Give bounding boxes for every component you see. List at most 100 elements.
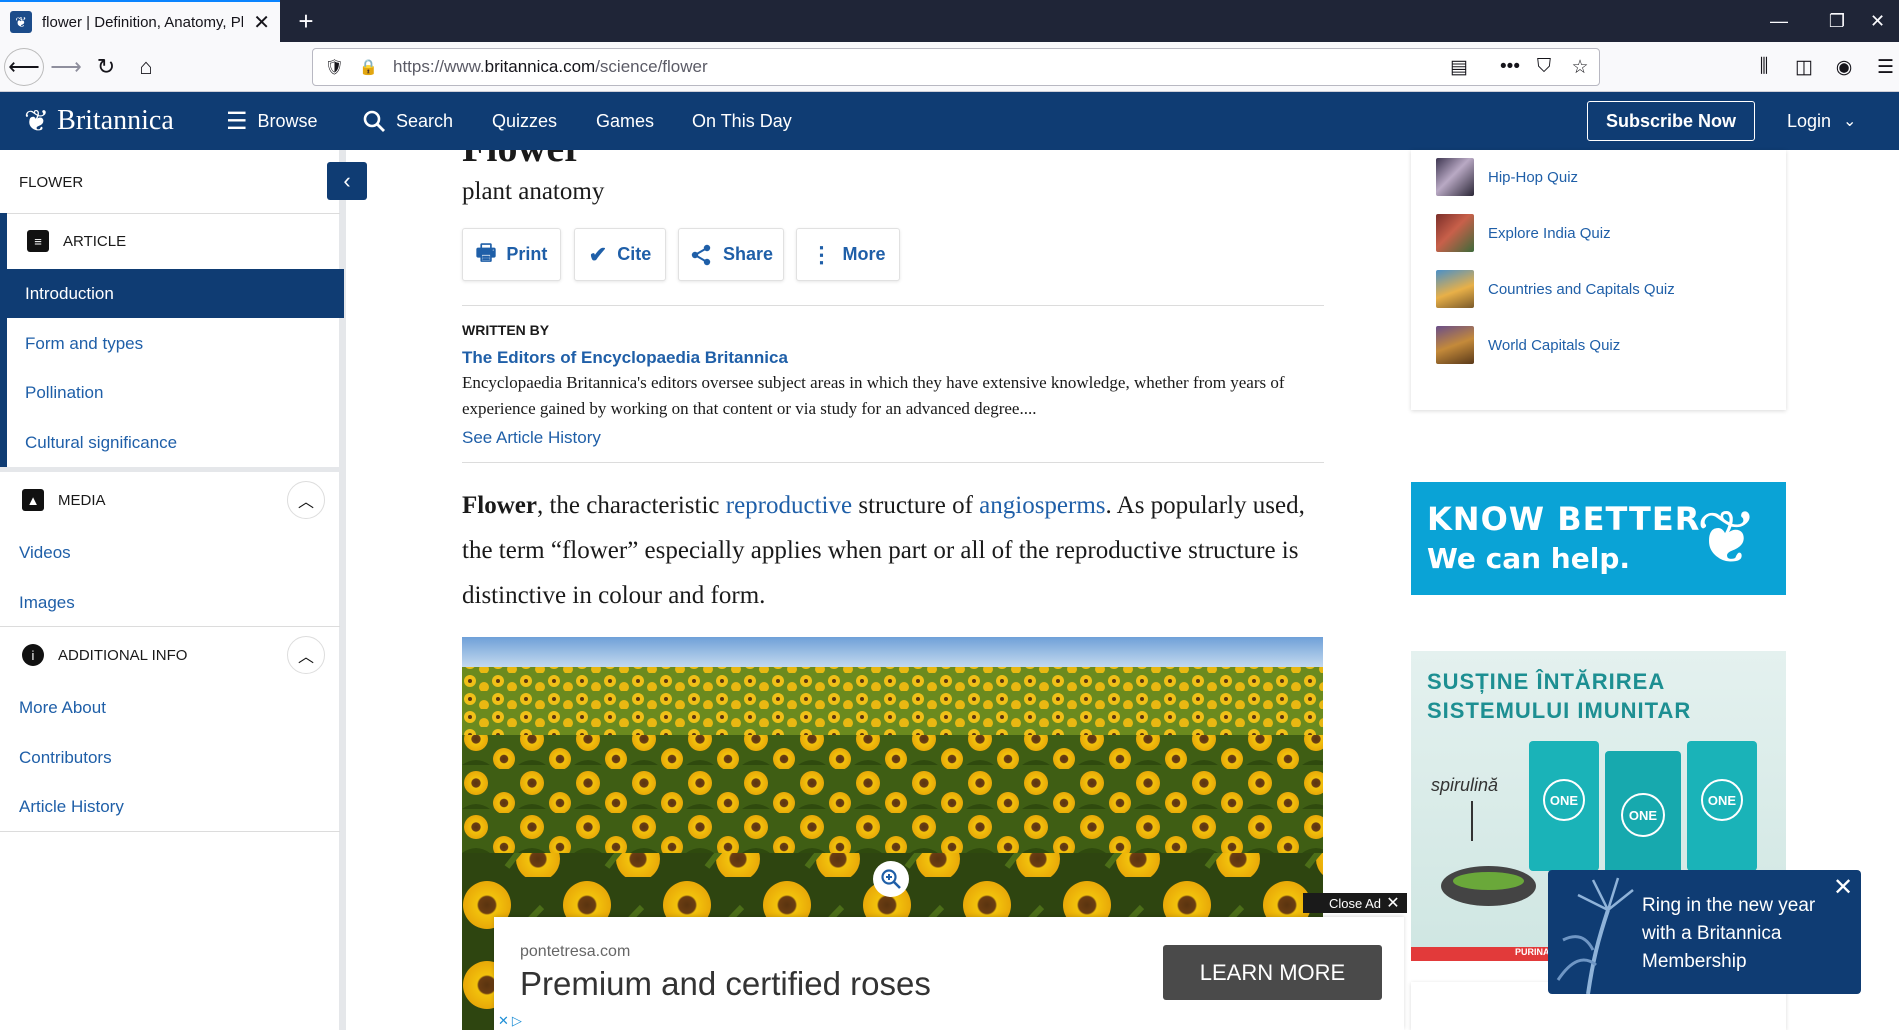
library-icon[interactable]: ⫼ [1748, 50, 1780, 84]
see-article-history-link[interactable]: See Article History [462, 428, 601, 448]
bowl [1441, 866, 1536, 906]
divider [0, 467, 340, 472]
new-tab-button[interactable]: + [288, 4, 324, 38]
ad-headline: Premium and certified roses [520, 965, 931, 1002]
games-link[interactable]: Games [596, 92, 654, 150]
author-link[interactable]: The Editors of Encyclopaedia Britannica [462, 348, 788, 368]
lock-icon[interactable]: 🔒 [359, 58, 381, 76]
on-this-day-link[interactable]: On This Day [692, 92, 792, 150]
article-title: Flower [462, 150, 582, 171]
browser-tab[interactable]: ❦ flower | Definition, Anatomy, Pl ✕ [0, 0, 280, 42]
ad-headline-line1: SUSȚINE ÎNTĂRIREA [1427, 669, 1666, 694]
media-section-header: ▲ MEDIA [22, 489, 106, 511]
arrow-line [1471, 801, 1473, 841]
quiz-link[interactable]: Hip-Hop Quiz [1488, 169, 1578, 186]
quiz-item[interactable]: Explore India Quiz [1436, 214, 1611, 252]
close-window-button[interactable]: ✕ [1856, 0, 1899, 42]
toc-item-form-and-types[interactable]: Form and types [25, 334, 143, 354]
search-icon [363, 110, 385, 132]
quiz-thumbnail [1436, 214, 1474, 252]
tracking-protection-shield-icon[interactable]: 🛡 [325, 58, 347, 76]
collapse-sidebar-button[interactable]: ‹ [327, 162, 367, 200]
toc-item-pollination[interactable]: Pollination [25, 383, 103, 403]
media-item-videos[interactable]: Videos [19, 543, 71, 563]
close-tab-icon[interactable]: ✕ [253, 10, 270, 35]
article-intro-paragraph: Flower, the characteristic reproductive … [462, 483, 1322, 618]
close-ad-icon[interactable]: ✕ [1381, 893, 1405, 913]
home-button[interactable]: ⌂ [126, 48, 166, 86]
product-bag: ONE [1687, 741, 1757, 871]
media-item-images[interactable]: Images [19, 593, 75, 613]
media-collapse-toggle[interactable]: ︿ [287, 481, 325, 519]
reproductive-link[interactable]: reproductive [726, 492, 852, 519]
article-section-header: ≡ ARTICLE [27, 230, 126, 252]
login-button[interactable]: Login ⌄ [1787, 92, 1856, 150]
zoom-image-button[interactable] [873, 861, 909, 897]
reload-button[interactable]: ↻ [86, 48, 126, 86]
sidebar-toggle-icon[interactable]: ◫ [1788, 50, 1820, 84]
image-icon: ▲ [22, 489, 44, 511]
browse-button[interactable]: ☰ Browse [226, 92, 318, 150]
banner-headline: KNOW BETTER [1427, 500, 1701, 538]
quiz-item[interactable]: Hip-Hop Quiz [1436, 158, 1578, 196]
quiz-item[interactable]: Countries and Capitals Quiz [1436, 270, 1675, 308]
close-popup-icon[interactable]: ✕ [1830, 874, 1856, 901]
product-bag: ONE [1529, 741, 1599, 871]
quiz-item[interactable]: World Capitals Quiz [1436, 326, 1620, 364]
verified-badge-icon: ✔ [588, 241, 608, 267]
learn-more-button[interactable]: LEARN MORE [1163, 945, 1382, 1000]
account-icon[interactable]: ◉ [1828, 50, 1860, 84]
toc-item-cultural-significance[interactable]: Cultural significance [25, 433, 177, 453]
article-icon: ≡ [27, 230, 49, 252]
britannica-logo[interactable]: ❦ Britannica [24, 100, 174, 142]
adchoices[interactable]: ✕ ▷ [494, 1012, 530, 1030]
ad-headline: SUSȚINE ÎNTĂRIREA SISTEMULUI IMUNITAR [1427, 667, 1691, 725]
quiz-link[interactable]: Countries and Capitals Quiz [1488, 281, 1675, 298]
minimize-window-button[interactable]: — [1750, 0, 1808, 42]
know-better-banner[interactable]: KNOW BETTER We can help. ❦ [1411, 482, 1786, 595]
share-icon [691, 244, 711, 265]
forward-button[interactable]: ⟶ [46, 48, 86, 86]
logo-text: Britannica [57, 105, 174, 136]
cite-button[interactable]: ✔ Cite [574, 228, 666, 281]
thistle-logo-icon: ❦ [24, 104, 50, 138]
login-label: Login [1787, 110, 1832, 131]
reader-view-icon[interactable]: ▤ [1443, 50, 1475, 84]
pocket-icon[interactable]: ⛉ [1528, 50, 1560, 84]
share-button[interactable]: Share [678, 228, 784, 281]
britannica-favicon-icon: ❦ [10, 11, 32, 33]
quiz-link[interactable]: World Capitals Quiz [1488, 337, 1620, 354]
one-logo: ONE [1621, 793, 1665, 837]
address-bar[interactable]: 🛡 🔒 https://www. britannica.com/science/f… [312, 48, 1600, 86]
search-button[interactable]: Search [362, 92, 453, 150]
ad-close-x-icon[interactable]: ✕ [498, 1013, 509, 1029]
print-button[interactable]: 🖶 Print [462, 228, 561, 281]
info-item-more-about[interactable]: More About [19, 698, 106, 718]
quizzes-link[interactable]: Quizzes [492, 92, 557, 150]
subscribe-now-button[interactable]: Subscribe Now [1587, 101, 1755, 141]
additional-info-section-header: i ADDITIONAL INFO [22, 644, 187, 666]
toc-item-introduction[interactable]: Introduction [7, 269, 344, 318]
quiz-thumbnail [1436, 270, 1474, 308]
info-item-contributors[interactable]: Contributors [19, 748, 112, 768]
menu-icon[interactable]: ☰ [1872, 50, 1899, 84]
divider [0, 213, 340, 214]
divider [462, 462, 1324, 463]
adchoices-icon[interactable]: ▷ [512, 1013, 522, 1029]
more-button[interactable]: ⋮ More [796, 228, 900, 281]
divider [0, 626, 340, 627]
url-path: /science/flower [595, 57, 708, 76]
bookmark-star-icon[interactable]: ☆ [1564, 50, 1596, 84]
page-actions-icon[interactable]: ••• [1494, 50, 1526, 84]
intro-text-2: structure of [852, 492, 980, 519]
membership-popup[interactable]: Ring in the new year with a Britannica M… [1548, 870, 1861, 994]
quiz-link[interactable]: Explore India Quiz [1488, 225, 1611, 242]
additional-info-collapse-toggle[interactable]: ︿ [287, 636, 325, 674]
search-label: Search [396, 110, 454, 131]
back-button[interactable]: ⟵ [4, 48, 44, 86]
divider [0, 831, 340, 832]
angiosperms-link[interactable]: angiosperms [979, 492, 1105, 519]
ad-domain: pontetresa.com [520, 943, 631, 960]
info-item-article-history[interactable]: Article History [19, 797, 124, 817]
bottom-ad-banner[interactable]: pontetresa.com Premium and certified ros… [494, 917, 1404, 1030]
